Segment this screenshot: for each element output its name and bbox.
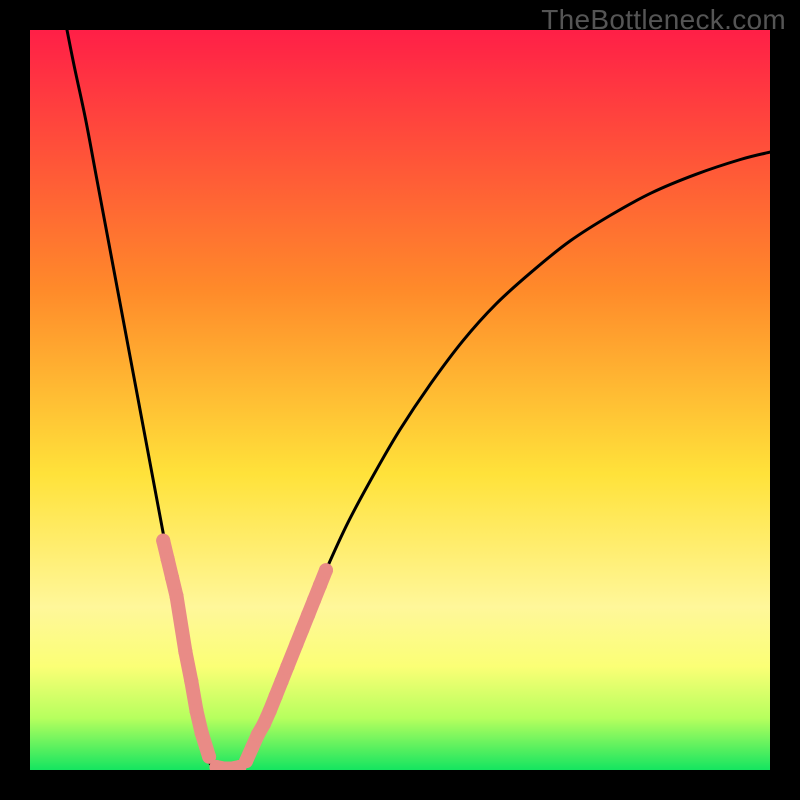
marker-dot (301, 608, 315, 622)
marker-dot (263, 704, 277, 718)
chart-svg (30, 30, 770, 770)
marker-dot (269, 689, 283, 703)
marker-dot (307, 593, 321, 607)
outer-frame: TheBottleneck.com (0, 0, 800, 800)
marker-dot (281, 659, 295, 673)
marker-dot (161, 552, 175, 566)
marker-dot (257, 717, 271, 731)
marker-dot (319, 563, 333, 577)
marker-dot (165, 571, 179, 585)
watermark-label: TheBottleneck.com (541, 4, 786, 36)
marker-dot (313, 578, 327, 592)
marker-dot (295, 622, 309, 636)
plot-area (30, 30, 770, 770)
marker-dot (275, 674, 289, 688)
marker-dot (178, 645, 192, 659)
marker-dot (156, 534, 170, 548)
marker-dot (190, 704, 204, 718)
gradient-background (30, 30, 770, 770)
marker-dot (170, 589, 184, 603)
marker-dot (184, 674, 198, 688)
marker-segment (177, 596, 186, 652)
marker-dot (245, 741, 259, 755)
marker-dot (195, 726, 209, 740)
marker-dot (239, 754, 253, 768)
marker-dot (289, 637, 303, 651)
